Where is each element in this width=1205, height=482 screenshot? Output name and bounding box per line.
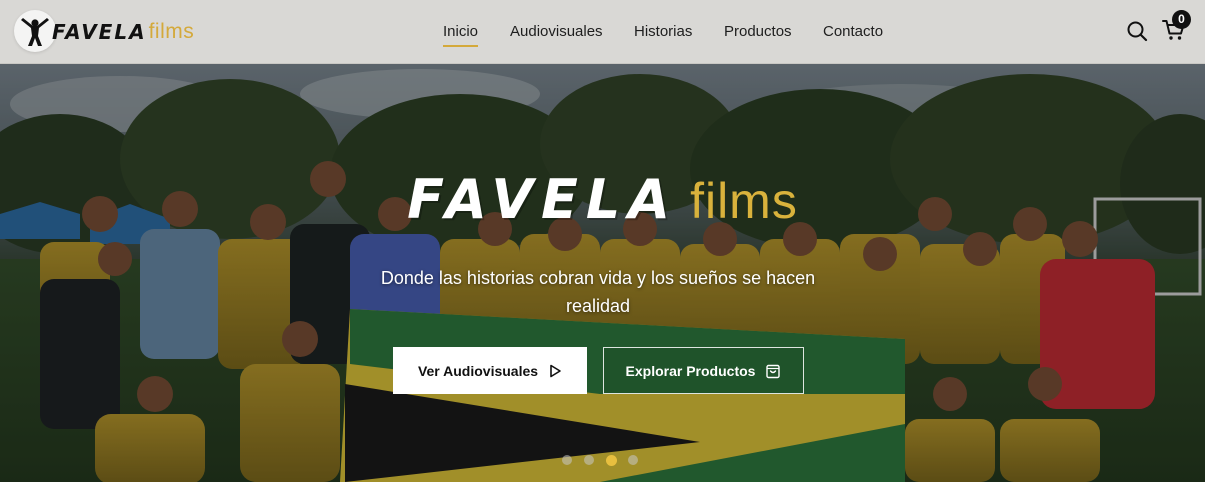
hero-title: FAVELA films — [0, 168, 1205, 231]
nav-item-inicio[interactable]: Inicio — [443, 23, 479, 47]
nav-item-productos[interactable]: Productos — [724, 23, 792, 40]
main-navigation: Inicio Audiovisuales Historias Productos… — [0, 0, 1205, 64]
site-header: FAVELA films Inicio Audiovisuales Histor… — [0, 0, 1205, 64]
ver-audiovisuales-label: Ver Audiovisuales — [417, 362, 539, 379]
hero-title-favela: FAVELA — [407, 168, 679, 231]
shopping-bag-icon — [766, 364, 781, 378]
search-icon[interactable] — [1126, 20, 1148, 42]
play-icon — [550, 364, 561, 377]
explorar-productos-label: Explorar Productos — [625, 362, 756, 379]
ver-audiovisuales-button[interactable]: Ver Audiovisuales — [393, 347, 587, 394]
nav-item-contacto[interactable]: Contacto — [823, 23, 883, 40]
explorar-productos-button[interactable]: Explorar Productos — [603, 347, 804, 394]
hero-slider: FAVELA films Donde las historias cobran v… — [0, 64, 1205, 482]
nav-item-historias[interactable]: Historias — [634, 23, 692, 40]
slide-dot-2[interactable] — [583, 454, 595, 466]
slide-dot-3[interactable] — [605, 454, 617, 466]
cart-count-badge: 0 — [1172, 10, 1191, 29]
nav-item-audiovisuales[interactable]: Audiovisuales — [510, 23, 603, 40]
slider-pagination — [561, 454, 639, 466]
slide-dot-4[interactable] — [627, 454, 639, 466]
hero-subtitle: Donde las historias cobran vida y los su… — [380, 268, 816, 316]
slide-dot-1[interactable] — [561, 454, 573, 466]
hero-title-films: films — [690, 173, 798, 229]
